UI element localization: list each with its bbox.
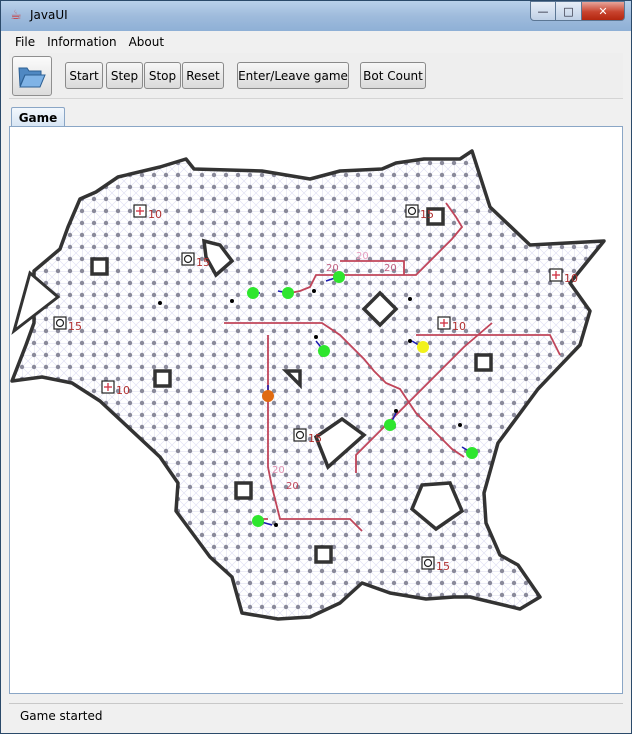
- item-value-label: 15: [68, 320, 82, 333]
- start-button[interactable]: Start: [65, 62, 103, 89]
- wall-block: [90, 257, 109, 276]
- maximize-button[interactable]: □: [556, 1, 582, 21]
- path-cost-label: 20: [384, 263, 397, 274]
- reset-button[interactable]: Reset: [182, 62, 224, 89]
- menu-bar: File Information About: [9, 32, 623, 52]
- game-panel: 20 20 20 20 20 10 15 15 10 15 10 10 15 1…: [9, 126, 623, 694]
- title-bar: ☕ JavaUI — □ ✕: [1, 1, 631, 31]
- item-value-label: 15: [308, 432, 322, 445]
- menu-information[interactable]: Information: [41, 35, 122, 49]
- item-value-label: 10: [116, 384, 130, 397]
- folder-open-icon: [18, 67, 46, 88]
- wall-block: [234, 481, 253, 500]
- window-title: JavaUI: [30, 8, 68, 22]
- path-cost-label: 20: [272, 465, 285, 476]
- wall-block: [153, 369, 172, 388]
- item-value-label: 15: [420, 208, 434, 221]
- enter-leave-game-button[interactable]: Enter/Leave game: [237, 62, 349, 89]
- open-file-button[interactable]: [12, 56, 52, 96]
- game-board[interactable]: 20 20 20 20 20 10 15 15 10 15 10 10 15 1…: [10, 127, 622, 693]
- path-cost-label: 20: [356, 251, 369, 262]
- java-app-icon: ☕: [10, 8, 22, 23]
- menu-about[interactable]: About: [123, 35, 170, 49]
- status-bar: Game started: [9, 703, 623, 729]
- wall-block: [314, 545, 333, 564]
- close-button[interactable]: ✕: [582, 1, 625, 21]
- item-value-label: 15: [196, 256, 210, 269]
- wall-block: [474, 353, 493, 372]
- item-value-label: 15: [436, 560, 450, 573]
- menu-file[interactable]: File: [9, 35, 41, 49]
- tab-game[interactable]: Game: [11, 107, 65, 128]
- status-text: Game started: [20, 709, 103, 723]
- step-button[interactable]: Step: [106, 62, 143, 89]
- toolbar: Start Step Stop Reset Enter/Leave game B…: [9, 53, 623, 99]
- bot-count-button[interactable]: Bot Count: [360, 62, 426, 89]
- item-value-label: 10: [148, 208, 162, 221]
- minimize-button[interactable]: —: [530, 1, 556, 21]
- tab-strip: Game: [9, 105, 623, 128]
- walkable-grid: [12, 151, 604, 619]
- stop-button[interactable]: Stop: [144, 62, 181, 89]
- path-cost-label: 20: [286, 481, 299, 492]
- item-value-label: 10: [564, 272, 578, 285]
- app-window: ☕ JavaUI — □ ✕ File Information About St…: [0, 0, 632, 734]
- item-value-label: 10: [452, 320, 466, 333]
